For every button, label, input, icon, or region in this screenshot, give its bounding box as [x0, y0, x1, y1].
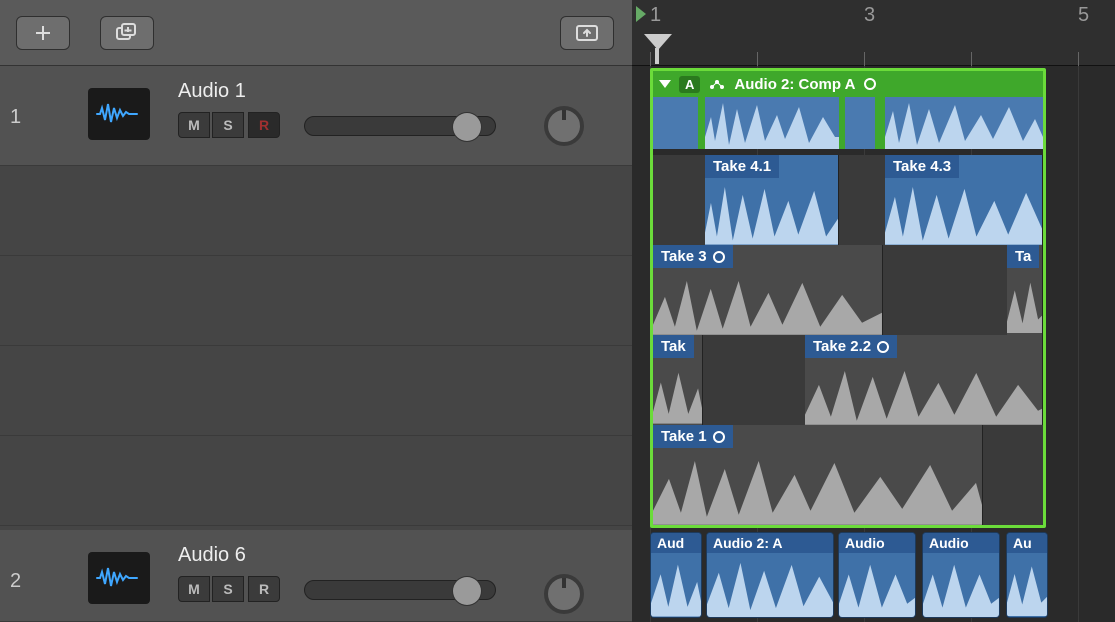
comp-segment[interactable] [885, 97, 1043, 149]
track-header-panel: 1 Audio 1 M S R 2 Audio 6 M S R [0, 0, 632, 622]
take-region[interactable]: Tak [653, 335, 703, 425]
solo-button[interactable]: S [212, 112, 244, 138]
fader-knob[interactable] [453, 113, 481, 141]
take-folder-header-area [0, 166, 632, 530]
comp-segment[interactable] [705, 97, 839, 149]
ruler-mark: 3 [864, 4, 875, 27]
volume-fader[interactable] [304, 580, 496, 600]
toolbar [0, 0, 632, 66]
audio-track-icon [88, 88, 150, 140]
quick-swipe-icon[interactable] [708, 77, 726, 91]
track-controls: M S R [178, 576, 280, 602]
audio-region[interactable]: Audio 2: A [706, 532, 834, 618]
fader-knob[interactable] [453, 577, 481, 605]
cycle-start-icon[interactable] [636, 6, 646, 22]
take-region[interactable]: Take 1 [653, 425, 983, 525]
track-name[interactable]: Audio 1 [178, 80, 246, 103]
volume-fader[interactable] [304, 116, 496, 136]
audio-region[interactable]: Audio [838, 532, 916, 618]
region-label: Tak [653, 335, 694, 358]
loop-indicator-icon [713, 251, 725, 263]
track-controls: M S R [178, 112, 280, 138]
ruler-mark: 1 [650, 4, 661, 27]
pan-knob[interactable] [544, 106, 584, 146]
take-lane[interactable]: Take 1 [653, 425, 1043, 525]
record-enable-button[interactable]: R [248, 576, 280, 602]
track-name[interactable]: Audio 6 [178, 544, 246, 567]
take-folder-region[interactable]: A Audio 2: Comp A Take 4.1 [650, 68, 1046, 528]
region-label: Take 1 [653, 425, 733, 448]
track-2-regions[interactable]: Aud Audio 2: A Audio Audio Au [650, 532, 1115, 620]
duplicate-track-button[interactable] [100, 16, 154, 50]
track-header-collapse-button[interactable] [560, 16, 614, 50]
region-label: Audio [839, 533, 915, 553]
comp-badge[interactable]: A [679, 76, 700, 93]
timeline-area[interactable]: 1 3 5 A Audio 2: Comp A [632, 0, 1115, 622]
take-lane[interactable]: Take 4.1 Take 4.3 [653, 155, 1043, 245]
pan-knob[interactable] [544, 574, 584, 614]
solo-button[interactable]: S [212, 576, 244, 602]
take-region[interactable]: Take 4.3 [885, 155, 1043, 245]
ruler[interactable]: 1 3 5 [632, 0, 1115, 66]
track-header-row[interactable]: 1 Audio 1 M S R [0, 66, 632, 166]
region-label: Ta [1007, 245, 1039, 268]
audio-region[interactable]: Aud [650, 532, 702, 618]
take-region[interactable]: Take 2.2 [805, 335, 1043, 425]
audio-region[interactable]: Audio [922, 532, 1000, 618]
mute-button[interactable]: M [178, 112, 210, 138]
record-enable-button[interactable]: R [248, 112, 280, 138]
playhead-stem [655, 48, 659, 64]
take-lane[interactable]: Take 3 Ta [653, 245, 1043, 335]
take-region[interactable]: Ta [1007, 245, 1043, 335]
loop-indicator-icon [864, 78, 876, 90]
loop-indicator-icon [713, 431, 725, 443]
comp-header[interactable]: A Audio 2: Comp A [653, 71, 1043, 97]
audio-track-icon [88, 552, 150, 604]
comp-segment[interactable] [653, 97, 698, 149]
mute-button[interactable]: M [178, 576, 210, 602]
comp-title: Audio 2: Comp A [734, 76, 855, 93]
take-region[interactable]: Take 4.1 [705, 155, 839, 245]
track-header-row[interactable]: 2 Audio 6 M S R [0, 530, 632, 622]
region-label: Audio 2: A [707, 533, 833, 553]
region-label: Au [1007, 533, 1047, 553]
region-label: Take 2.2 [805, 335, 897, 358]
track-number: 1 [10, 106, 21, 129]
region-label: Audio [923, 533, 999, 553]
take-lane[interactable]: Tak Take 2.2 [653, 335, 1043, 425]
loop-indicator-icon [877, 341, 889, 353]
comp-result-row[interactable] [653, 97, 1043, 149]
region-label: Take 4.3 [885, 155, 959, 178]
take-region[interactable]: Take 3 [653, 245, 883, 335]
comp-segment[interactable] [845, 97, 875, 149]
region-label: Aud [651, 533, 701, 553]
add-track-button[interactable] [16, 16, 70, 50]
region-label: Take 4.1 [705, 155, 779, 178]
disclosure-triangle-icon[interactable] [659, 80, 671, 88]
audio-region[interactable]: Au [1006, 532, 1048, 618]
ruler-mark: 5 [1078, 4, 1089, 27]
region-label: Take 3 [653, 245, 733, 268]
track-number: 2 [10, 570, 21, 593]
